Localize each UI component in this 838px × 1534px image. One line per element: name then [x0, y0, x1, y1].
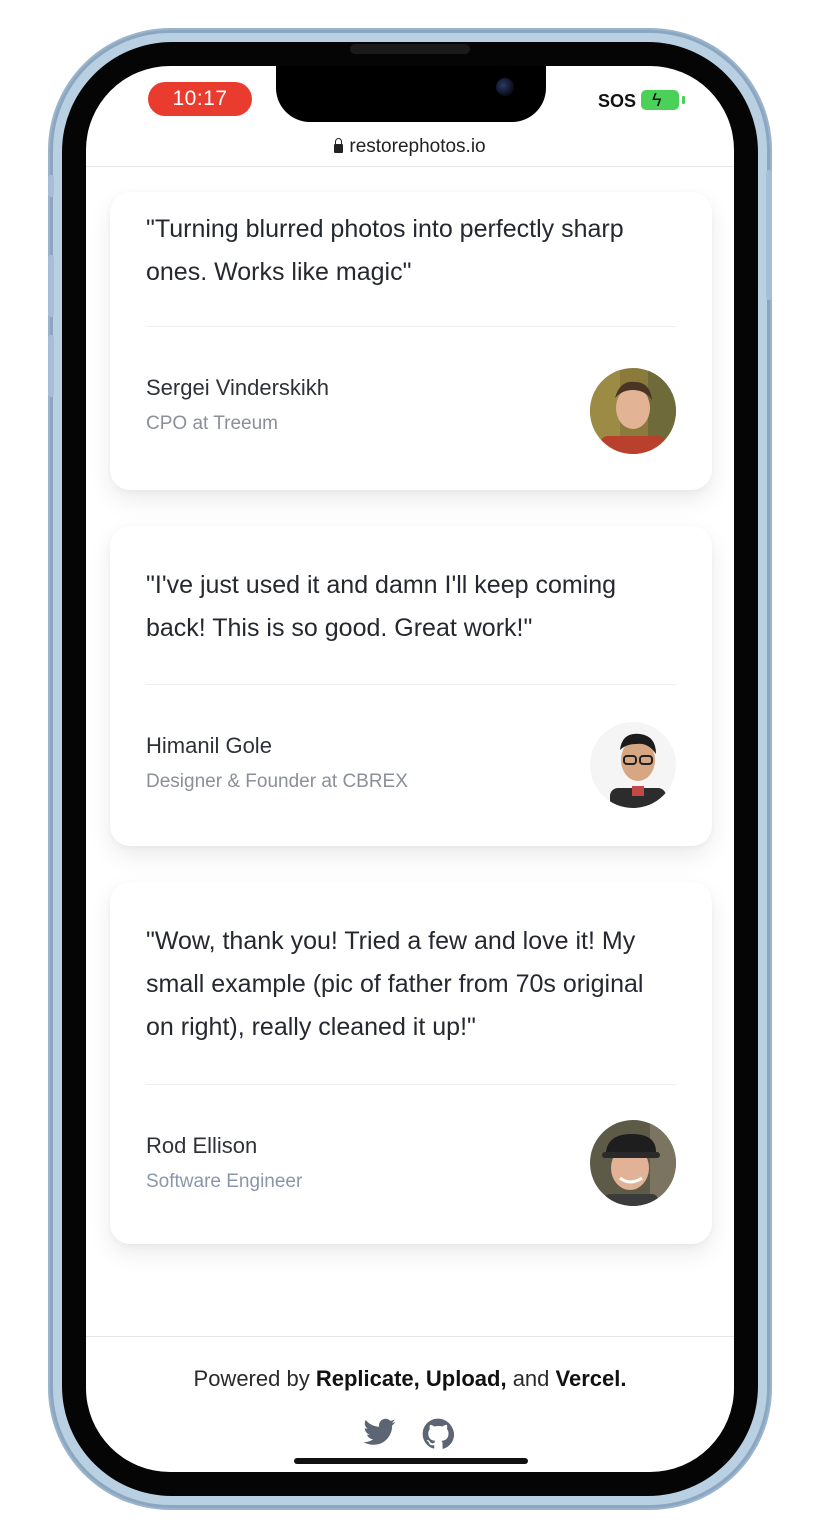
speaker-grille	[350, 44, 470, 54]
testimonial-card: "Turning blurred photos into perfectly s…	[110, 192, 712, 490]
footer-prefix: Powered by	[193, 1366, 310, 1391]
avatar	[590, 722, 676, 808]
avatar	[590, 1120, 676, 1206]
volume-up-button	[48, 255, 54, 317]
address-bar[interactable]: restorephotos.io	[86, 132, 734, 162]
sos-indicator: SOS	[598, 91, 637, 111]
footer-social-icons	[363, 1418, 455, 1455]
power-button	[766, 170, 772, 300]
address-bar-divider	[86, 166, 734, 167]
battery-tip	[682, 96, 685, 104]
vercel-link[interactable]: Vercel.	[556, 1366, 627, 1391]
home-indicator[interactable]	[294, 1458, 528, 1464]
testimonial-quote: "I've just used it and damn I'll keep co…	[146, 571, 617, 642]
volume-down-button	[48, 335, 54, 397]
twitter-icon[interactable]	[363, 1418, 396, 1455]
footer-divider	[86, 1336, 734, 1337]
github-icon[interactable]	[422, 1418, 455, 1455]
charging-bolt-icon: ϟ	[652, 90, 662, 110]
testimonial-card: "I've just used it and damn I'll keep co…	[110, 526, 712, 846]
testimonial-quote: "Wow, thank you! Tried a few and love it…	[146, 927, 644, 1041]
testimonial-quote: "Turning blurred photos into perfectly s…	[146, 215, 624, 286]
replicate-link[interactable]: Replicate,	[316, 1366, 420, 1391]
lock-icon	[334, 137, 344, 153]
footer-conj: and	[512, 1366, 550, 1391]
upload-link[interactable]: Upload,	[426, 1366, 507, 1391]
testimonial-card: "Wow, thank you! Tried a few and love it…	[110, 882, 712, 1244]
status-time[interactable]: 10:17	[148, 82, 252, 116]
side-button	[48, 175, 54, 197]
phone-screen: 10:17 SOS ϟ restorephotos.io "Turning bl…	[86, 66, 734, 1472]
url-text: restorephotos.io	[349, 136, 486, 157]
front-camera-icon	[496, 78, 514, 96]
footer-credits: Powered by Replicate, Upload, and Vercel…	[86, 1366, 734, 1392]
notch	[276, 66, 546, 122]
avatar	[590, 368, 676, 454]
